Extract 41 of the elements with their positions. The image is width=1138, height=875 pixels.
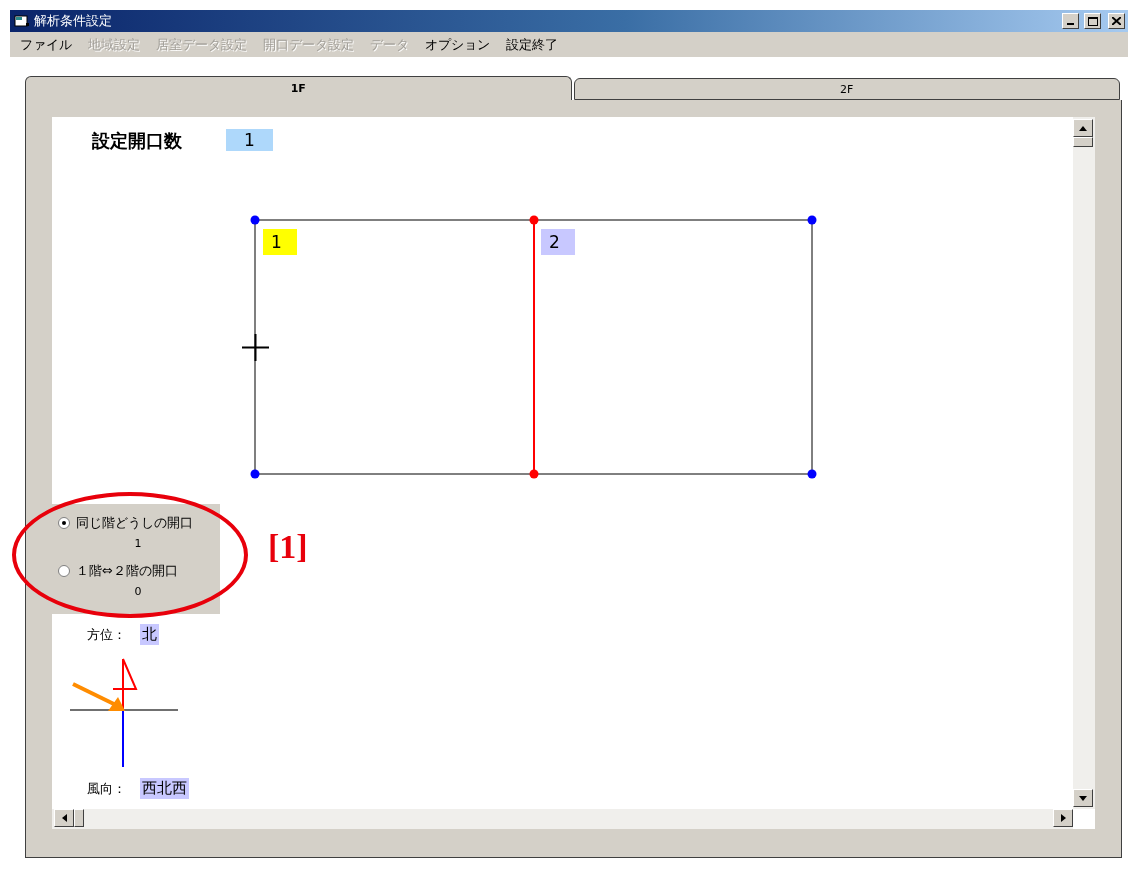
menu-item[interactable]: 設定終了 [498, 35, 566, 54]
opening-type-count: 0 [133, 584, 143, 600]
minimize-button[interactable] [1062, 13, 1079, 29]
scrollbar-corner [1073, 809, 1095, 829]
wind-direction-label: 風向： [87, 781, 126, 796]
crosshair-cursor-icon [242, 334, 269, 361]
close-icon [1112, 17, 1121, 25]
vertical-scrollbar[interactable] [1073, 117, 1095, 809]
tab[interactable]: 1F [25, 76, 572, 100]
triangle-down-icon [1079, 795, 1087, 801]
triangle-left-icon [61, 814, 67, 822]
orientation-label: 方位： [87, 627, 126, 642]
menu-item[interactable]: ファイル [12, 35, 80, 54]
maximize-button[interactable] [1084, 13, 1101, 29]
window-title: 解析条件設定 [34, 12, 113, 30]
scroll-down-button[interactable] [1073, 789, 1093, 807]
triangle-up-icon [1079, 125, 1087, 131]
maximize-icon [1087, 16, 1098, 26]
opening-count-value: 1 [226, 129, 273, 151]
tab[interactable]: 2F [573, 78, 1120, 100]
radio-button[interactable] [58, 517, 70, 529]
scroll-right-button[interactable] [1053, 809, 1073, 827]
opening-number: 1 [263, 229, 297, 255]
scroll-up-button[interactable] [1073, 119, 1093, 137]
close-button[interactable] [1108, 13, 1125, 29]
radio-button[interactable] [58, 565, 70, 577]
horizontal-scrollbar[interactable] [52, 809, 1073, 829]
opening-type-count: 1 [133, 536, 143, 552]
scroll-thumb[interactable] [74, 809, 84, 827]
triangle-right-icon [1060, 814, 1066, 822]
scroll-left-button[interactable] [54, 809, 74, 827]
app-icon [14, 14, 30, 28]
annotation-label: [1] [268, 528, 308, 566]
opening-number: 2 [541, 229, 575, 255]
opening-count-label: 設定開口数 [92, 129, 182, 153]
radio-label: １階⇔２階の開口 [76, 562, 178, 580]
radio-label: 同じ階どうしの開口 [76, 514, 193, 532]
menu-item[interactable]: オプション [417, 35, 498, 54]
scroll-thumb[interactable] [1073, 137, 1093, 147]
orientation-value: 北 [140, 624, 159, 645]
wind-direction-value: 西北西 [140, 778, 189, 799]
